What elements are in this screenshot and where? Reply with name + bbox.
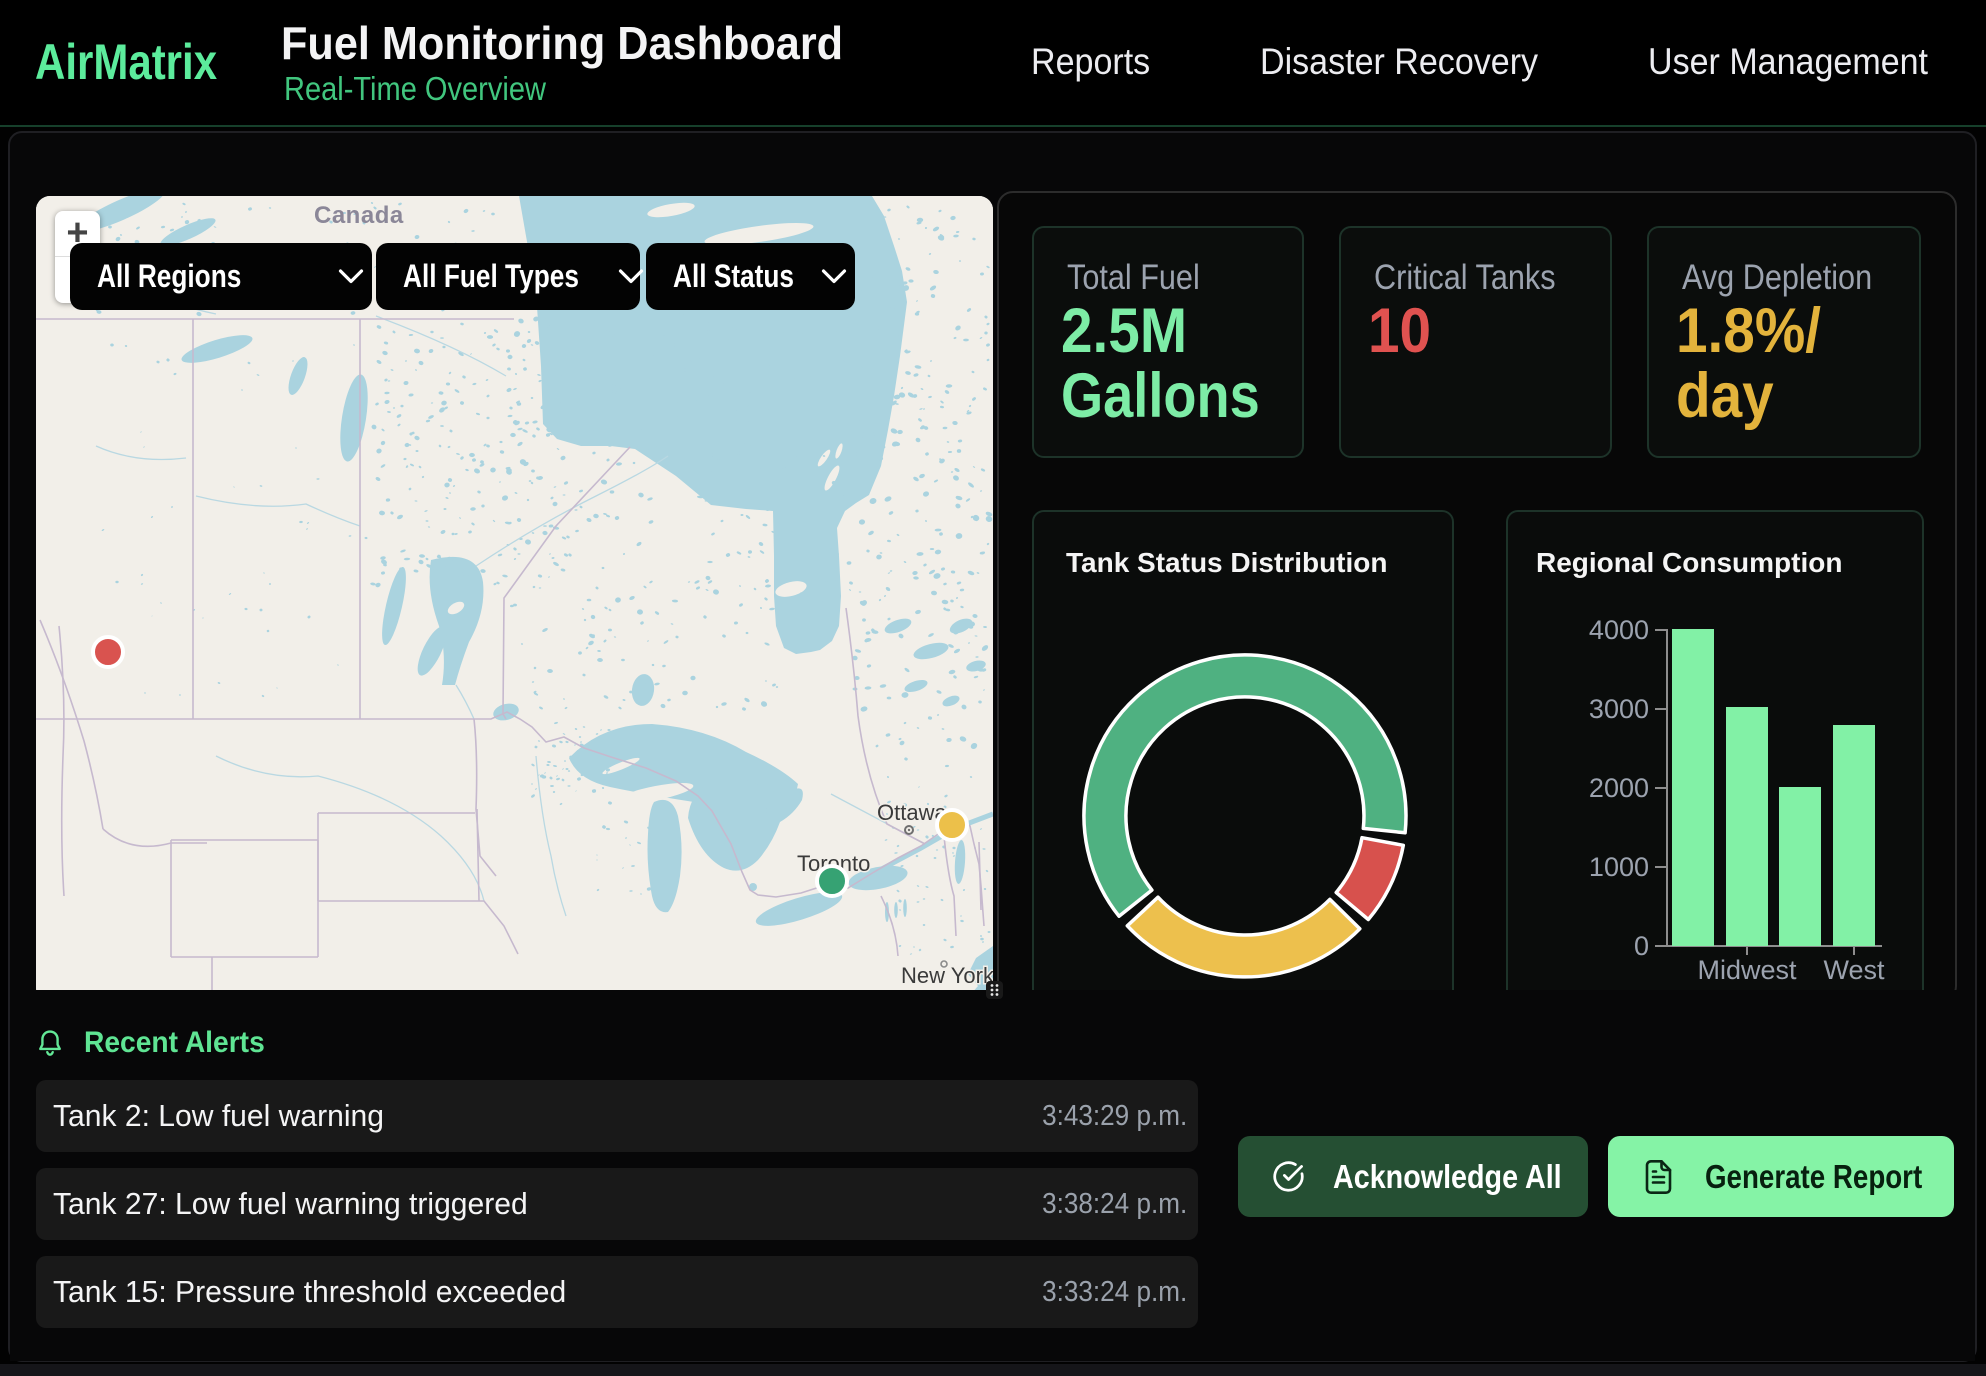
- svg-text:New York: New York: [901, 963, 993, 988]
- svg-text:Canada: Canada: [314, 202, 404, 229]
- svg-text:4000: 4000: [1589, 615, 1649, 645]
- svg-text:3000: 3000: [1589, 694, 1649, 724]
- svg-text:2000: 2000: [1589, 773, 1649, 803]
- svg-text:1000: 1000: [1589, 852, 1649, 882]
- svg-text:Midwest: Midwest: [1697, 955, 1797, 985]
- svg-text:West: West: [1823, 955, 1885, 985]
- svg-text:0: 0: [1634, 931, 1649, 961]
